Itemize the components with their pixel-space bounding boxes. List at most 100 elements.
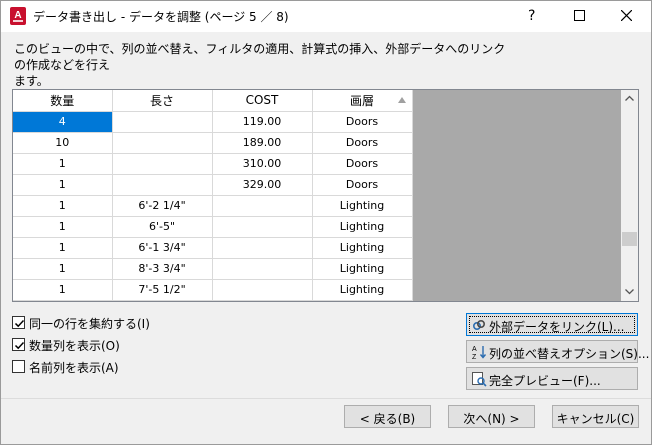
scrollbar-thumb[interactable] <box>622 232 637 246</box>
table-row[interactable]: 1 6'-2 1/4" Lighting <box>13 195 413 217</box>
table-cell[interactable]: 1 <box>13 153 113 175</box>
checkbox-box[interactable] <box>12 338 25 351</box>
column-header-cost[interactable]: COST <box>212 90 313 112</box>
instructions-text: このビューの中で、列の並べ替え、フィルタの適用、計算式の挿入、外部データへのリン… <box>14 41 514 89</box>
help-button[interactable]: ? <box>509 1 555 32</box>
table-row[interactable]: 1 329.00 Doors <box>13 174 413 196</box>
column-header-count[interactable]: 数量 <box>13 90 113 112</box>
table-cell[interactable] <box>212 216 313 238</box>
table-cell[interactable] <box>112 153 213 175</box>
table-row[interactable]: 1 310.00 Doors <box>13 153 413 175</box>
footer-divider <box>1 398 651 399</box>
question-icon: ? <box>528 8 536 24</box>
maximize-button[interactable] <box>557 1 603 32</box>
table-cell[interactable]: 119.00 <box>212 111 313 133</box>
table-cell[interactable]: Doors <box>312 174 413 196</box>
column-header-length[interactable]: 長さ <box>112 90 213 112</box>
instructions-line-2: ます。 <box>14 74 49 88</box>
table-cell[interactable]: 1 <box>13 195 113 217</box>
chevron-down-icon <box>625 289 634 295</box>
table-cell[interactable]: 1 <box>13 279 113 301</box>
svg-text:A: A <box>472 346 477 353</box>
table-cell[interactable]: Doors <box>312 153 413 175</box>
table-header-row: 数量 長さ COST 画層 <box>13 90 413 112</box>
scroll-down-button[interactable] <box>621 284 638 301</box>
table-row[interactable]: 1 6'-5" Lighting <box>13 216 413 238</box>
maximize-icon <box>574 10 585 21</box>
svg-text:A: A <box>14 10 21 21</box>
table-cell[interactable]: 329.00 <box>212 174 313 196</box>
link-external-data-label: 外部データをリンク(L)... <box>489 320 625 334</box>
table-cell[interactable] <box>212 195 313 217</box>
checkmark-icon <box>14 341 25 350</box>
table-cell[interactable] <box>212 237 313 259</box>
table-cell[interactable]: 8'-3 3/4" <box>112 258 213 280</box>
checkbox-box[interactable] <box>12 360 25 373</box>
preview-icon <box>471 371 487 387</box>
table-row[interactable]: 1 7'-5 1/2" Lighting <box>13 279 413 301</box>
autocad-app-icon: A <box>10 7 26 25</box>
back-button-label: < 戻る(B) <box>359 412 416 426</box>
chevron-up-icon <box>625 95 634 101</box>
show-count-column-label: 数量列を表示(O) <box>29 339 120 353</box>
table-cell[interactable]: 6'-1 3/4" <box>112 237 213 259</box>
cancel-button[interactable]: キャンセル(C) <box>552 405 639 428</box>
table-cell[interactable]: 1 <box>13 174 113 196</box>
table-row[interactable]: 4 119.00 Doors <box>13 111 413 133</box>
table-cell[interactable]: Lighting <box>312 279 413 301</box>
table-cell[interactable] <box>112 111 213 133</box>
sort-az-icon: A Z <box>471 344 487 361</box>
sort-options-button[interactable]: A Z 列の並べ替えオプション(S)... <box>466 340 649 363</box>
column-header-layer[interactable]: 画層 <box>312 90 413 112</box>
table-cell[interactable]: Lighting <box>312 237 413 259</box>
data-table: 数量 長さ COST 画層 4 119.00 Doors 10 189.00 D… <box>13 90 413 301</box>
link-external-data-button[interactable]: 外部データをリンク(L)... <box>466 313 638 336</box>
table-cell[interactable]: 1 <box>13 237 113 259</box>
table-cell[interactable]: Lighting <box>312 216 413 238</box>
sort-options-label: 列の並べ替えオプション(S)... <box>489 347 650 361</box>
full-preview-label: 完全プレビュー(F)... <box>489 374 601 388</box>
link-icon <box>471 317 487 333</box>
table-cell[interactable]: 310.00 <box>212 153 313 175</box>
table-cell[interactable] <box>212 258 313 280</box>
show-name-column-label: 名前列を表示(A) <box>29 361 119 375</box>
close-button[interactable] <box>604 1 650 32</box>
table-cell[interactable]: Doors <box>312 132 413 154</box>
svg-text:Z: Z <box>472 354 477 360</box>
scroll-up-button[interactable] <box>621 90 638 107</box>
checkmark-icon <box>14 319 25 328</box>
sort-ascending-icon <box>397 97 406 103</box>
table-cell[interactable]: 6'-5" <box>112 216 213 238</box>
next-button[interactable]: 次へ(N) > <box>448 405 535 428</box>
table-cell[interactable]: 1 <box>13 258 113 280</box>
table-cell[interactable]: Doors <box>312 111 413 133</box>
table-cell[interactable]: Lighting <box>312 195 413 217</box>
table-cell[interactable]: Lighting <box>312 258 413 280</box>
table-cell[interactable]: 7'-5 1/2" <box>112 279 213 301</box>
table-cell[interactable]: 4 <box>13 111 113 133</box>
column-header-layer-label: 画層 <box>349 93 374 108</box>
table-row[interactable]: 10 189.00 Doors <box>13 132 413 154</box>
data-extraction-dialog: A データ書き出し - データを調整 (ページ 5 ／ 8) ? このビューの中… <box>0 0 652 445</box>
next-button-label: 次へ(N) > <box>463 412 520 426</box>
cancel-button-label: キャンセル(C) <box>556 412 635 426</box>
full-preview-button[interactable]: 完全プレビュー(F)... <box>466 367 638 390</box>
checkbox-box[interactable] <box>12 316 25 329</box>
table-cell[interactable] <box>112 174 213 196</box>
vertical-scrollbar[interactable] <box>621 90 638 301</box>
table-row[interactable]: 1 8'-3 3/4" Lighting <box>13 258 413 280</box>
window-title: データ書き出し - データを調整 (ページ 5 ／ 8) <box>33 10 289 24</box>
table-cell[interactable] <box>112 132 213 154</box>
table-cell[interactable] <box>212 279 313 301</box>
combine-identical-rows-label: 同一の行を集約する(I) <box>29 317 150 331</box>
title-bar: A データ書き出し - データを調整 (ページ 5 ／ 8) ? <box>1 1 651 32</box>
back-button[interactable]: < 戻る(B) <box>344 405 431 428</box>
table-cell[interactable]: 10 <box>13 132 113 154</box>
close-icon <box>621 10 632 21</box>
table-row[interactable]: 1 6'-1 3/4" Lighting <box>13 237 413 259</box>
data-grid[interactable]: 数量 長さ COST 画層 4 119.00 Doors 10 189.00 D… <box>12 89 639 302</box>
instructions-line-1: このビューの中で、列の並べ替え、フィルタの適用、計算式の挿入、外部データへのリン… <box>14 42 506 72</box>
table-cell[interactable]: 6'-2 1/4" <box>112 195 213 217</box>
table-cell[interactable]: 189.00 <box>212 132 313 154</box>
table-cell[interactable]: 1 <box>13 216 113 238</box>
